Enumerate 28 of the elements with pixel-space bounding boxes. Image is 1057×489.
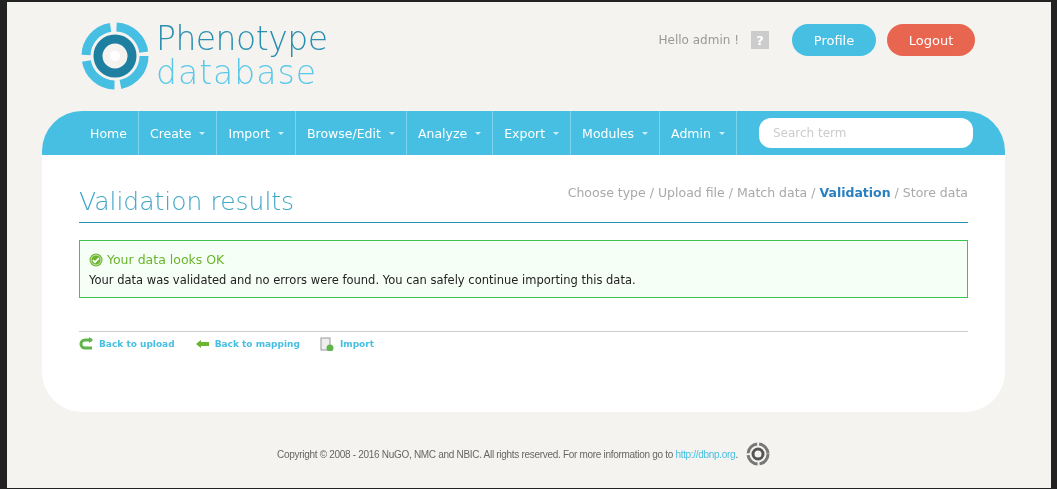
wizard-step: Store data xyxy=(902,185,968,200)
logo-icon xyxy=(745,442,770,466)
step-separator: / xyxy=(728,185,733,200)
help-button[interactable]: ? xyxy=(751,31,769,49)
page-title: Validation results xyxy=(79,187,295,216)
wizard-step: Choose type xyxy=(567,185,646,200)
wizard-step: Upload file xyxy=(657,185,725,200)
greeting-text: Hello admin ! xyxy=(658,33,739,47)
logo-text: database xyxy=(156,56,317,90)
logo-text: Phenotype xyxy=(156,22,328,56)
step-separator: / xyxy=(649,185,654,200)
logo-icon xyxy=(80,21,150,91)
step-separator: / xyxy=(894,185,899,200)
back-arrow-icon xyxy=(79,337,94,351)
logout-button[interactable]: Logout xyxy=(887,24,975,56)
profile-button[interactable]: Profile xyxy=(792,24,876,56)
action-link[interactable]: Back to mapping xyxy=(194,337,300,351)
wizard-step: Match data xyxy=(737,185,808,200)
action-link[interactable]: Import xyxy=(319,337,374,351)
left-arrow-icon xyxy=(194,337,210,351)
copyright-text: Copyright © 2008 - 2016 NuGO, NMC and NBIC. All rights reserved. For more information go to http://dbnp.org. xyxy=(277,448,738,460)
check-icon xyxy=(89,252,103,267)
message-text: Your data was validated and no errors were found. You can safely continue importing this data. xyxy=(89,273,637,287)
message-title: Your data looks OK xyxy=(107,252,225,267)
action-link[interactable]: Back to upload xyxy=(79,337,175,351)
wizard-step: Validation xyxy=(819,185,891,200)
document-add-icon xyxy=(319,337,335,351)
step-separator: / xyxy=(811,185,816,200)
